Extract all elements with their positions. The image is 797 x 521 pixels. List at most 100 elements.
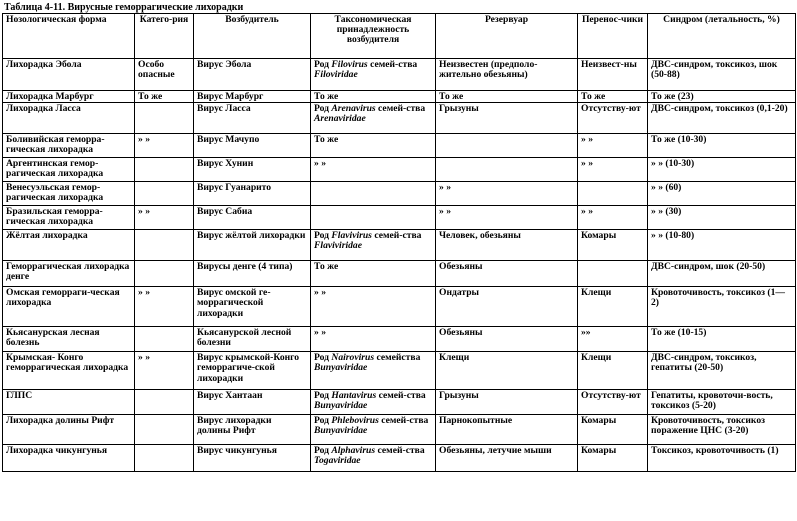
table-row: Аргентинская гемор-рагическая лихорадка В… <box>2 157 796 183</box>
cell-category <box>134 414 194 446</box>
cell-reservoir: Грызуны <box>435 102 578 135</box>
cell-form: Лихорадка чикунгунья <box>2 444 135 473</box>
cell-category: » » <box>134 205 194 231</box>
cell-agent: Вирус Сабиа <box>193 205 311 231</box>
table-row: Жёлтая лихорадка Вирус жёлтой лихорадки Ро… <box>2 229 796 262</box>
cell-reservoir: Грызуны <box>435 389 578 416</box>
cell-syndrome: То же (10-15) <box>647 326 796 353</box>
cell-category: Особо опасные <box>134 58 194 91</box>
taxonomy-pre: » » <box>314 287 326 299</box>
cell-taxonomy: Род Hantavirus семей-ства Bunyaviridae <box>310 389 436 416</box>
cell-syndrome: То же (10-30) <box>647 133 796 159</box>
cell-carrier <box>577 181 648 207</box>
taxonomy-family: Bunyaviridae <box>314 400 368 412</box>
cell-reservoir <box>435 133 578 159</box>
cell-carrier: Комары <box>577 444 648 473</box>
taxonomy-mid: семей-ства <box>375 445 425 457</box>
cell-agent: Вирус омской ге-моррагической лихорадки <box>193 286 311 328</box>
page: { "caption": "Таблица 4-11. Вирусные гем… <box>0 0 797 521</box>
taxonomy-family: Filoviridae <box>314 69 358 81</box>
cell-category: » » <box>134 133 194 159</box>
cell-taxonomy: Род Nairovirus семейства Bunyaviridae <box>310 351 436 391</box>
cell-form: Венесуэльская гемор-рагическая лихорадка <box>2 181 135 207</box>
cell-form: Боливийская геморра-гическая лихорадка <box>2 133 135 159</box>
cell-syndrome: Токсикоз, кровоточивость (1) <box>647 444 796 473</box>
cell-taxonomy: » » <box>310 286 436 328</box>
taxonomy-family: Togaviridae <box>314 455 361 467</box>
cell-carrier: » » <box>577 205 648 231</box>
cell-category <box>134 260 194 288</box>
cell-syndrome: ДВС-синдром, токсикоз (0,1-20) <box>647 102 796 135</box>
header-cell: Таксономическая принадлежность возбудите… <box>310 13 436 59</box>
cell-carrier: Комары <box>577 229 648 262</box>
cell-reservoir: Обезьяны, летучие мыши <box>435 444 578 473</box>
cell-form: Лихорадка Эбола <box>2 58 135 91</box>
cell-carrier: То же <box>577 89 648 104</box>
table-row: Кьясанурская лесная болезнь Кьясанурской … <box>2 326 796 353</box>
cell-syndrome: То же (23) <box>647 89 796 104</box>
taxonomy-mid: семей-ства <box>378 415 429 427</box>
cell-carrier: Отсутству-ют <box>577 389 648 416</box>
cell-reservoir: Обезьяны <box>435 260 578 288</box>
header-cell: Нозологическая форма <box>2 13 135 59</box>
table-row: Геморрагическая лихорадка денге Вирусы де… <box>2 260 796 288</box>
cell-carrier: » » <box>577 157 648 183</box>
cell-taxonomy: Род Phlebovirus семей-ства Bunyaviridae <box>310 414 436 446</box>
cell-form: ГЛПС <box>2 389 135 416</box>
cell-taxonomy: Род Alphavirus семей-ства Togaviridae <box>310 444 436 473</box>
table-row: Крымская- Конго геморрагическая лихорадк… <box>2 351 796 391</box>
cell-reservoir: Парнокопытные <box>435 414 578 446</box>
taxonomy-pre: То же <box>314 261 339 273</box>
cell-syndrome: » » (60) <box>647 181 796 207</box>
cell-syndrome: Кровоточивость, токсикоз (1—2) <box>647 286 796 328</box>
cell-agent: Вирус лихорадки долины Рифт <box>193 414 311 446</box>
cell-agent: Вирус крымской-Конго геморрагиче-ской ли… <box>193 351 311 391</box>
cell-form: Лихорадка Марбург <box>2 89 135 104</box>
cell-taxonomy <box>310 205 436 231</box>
cell-agent: Вирусы денге (4 типа) <box>193 260 311 288</box>
cell-category: » » <box>134 286 194 328</box>
table-row: Боливийская геморра-гическая лихорадка» … <box>2 133 796 159</box>
cell-syndrome: » » (30) <box>647 205 796 231</box>
taxonomy-pre: То же <box>314 91 339 102</box>
cell-category <box>134 229 194 262</box>
cell-agent: Вирус чикунгунья <box>193 444 311 473</box>
table-caption: Таблица 4-11. Вирусные геморрагические л… <box>4 2 244 13</box>
taxonomy-mid: семей-ства <box>367 59 418 70</box>
cell-agent: Вирус Хантаан <box>193 389 311 416</box>
cell-category <box>134 181 194 207</box>
cell-agent: Вирус жёлтой лихорадки <box>193 229 311 262</box>
cell-taxonomy: » » <box>310 157 436 183</box>
cell-agent: Вирус Марбург <box>193 89 311 104</box>
cell-form: Геморрагическая лихорадка денге <box>2 260 135 288</box>
cell-form: Омская геморраги-ческая лихорадка <box>2 286 135 328</box>
cell-form: Лихорадка Ласса <box>2 102 135 135</box>
cell-taxonomy: Род Filovirus семей-ства Filoviridae <box>310 58 436 91</box>
cell-carrier: » » <box>577 133 648 159</box>
taxonomy-mid: семейства <box>374 352 421 364</box>
cell-reservoir: Клещи <box>435 351 578 391</box>
cell-reservoir: Неизвестен (предполо-жительно обезьяны) <box>435 58 578 91</box>
table-row: Лихорадка Марбург То же Вирус Марбург То же… <box>2 89 796 104</box>
cell-category <box>134 102 194 135</box>
taxonomy-pre: » » <box>314 158 326 170</box>
cell-carrier: »» <box>577 326 648 353</box>
taxonomy-pre: » » <box>314 327 326 339</box>
cell-agent: Кьясанурской лесной болезни <box>193 326 311 353</box>
cell-form: Аргентинская гемор-рагическая лихорадка <box>2 157 135 183</box>
cell-syndrome: ДВС-синдром, токсикоз, шок (50-88) <box>647 58 796 91</box>
cell-taxonomy: То же <box>310 133 436 159</box>
cell-reservoir <box>435 157 578 183</box>
cell-category <box>134 389 194 416</box>
header-cell: Возбудитель <box>193 13 311 59</box>
cell-carrier: Неизвест-ны <box>577 58 648 91</box>
cell-category <box>134 326 194 353</box>
cell-form: Крымская- Конго геморрагическая лихорадк… <box>2 351 135 391</box>
cell-syndrome: » » (10-80) <box>647 229 796 262</box>
taxonomy-family: Flaviviridae <box>314 240 362 252</box>
cell-syndrome: ДВС-синдром, шок (20-50) <box>647 260 796 288</box>
cell-agent: Вирус Эбола <box>193 58 311 91</box>
cell-agent: Вирус Гуанарито <box>193 181 311 207</box>
cell-agent: Вирус Ласса <box>193 102 311 135</box>
table-row: Венесуэльская гемор-рагическая лихорадка… <box>2 181 796 207</box>
